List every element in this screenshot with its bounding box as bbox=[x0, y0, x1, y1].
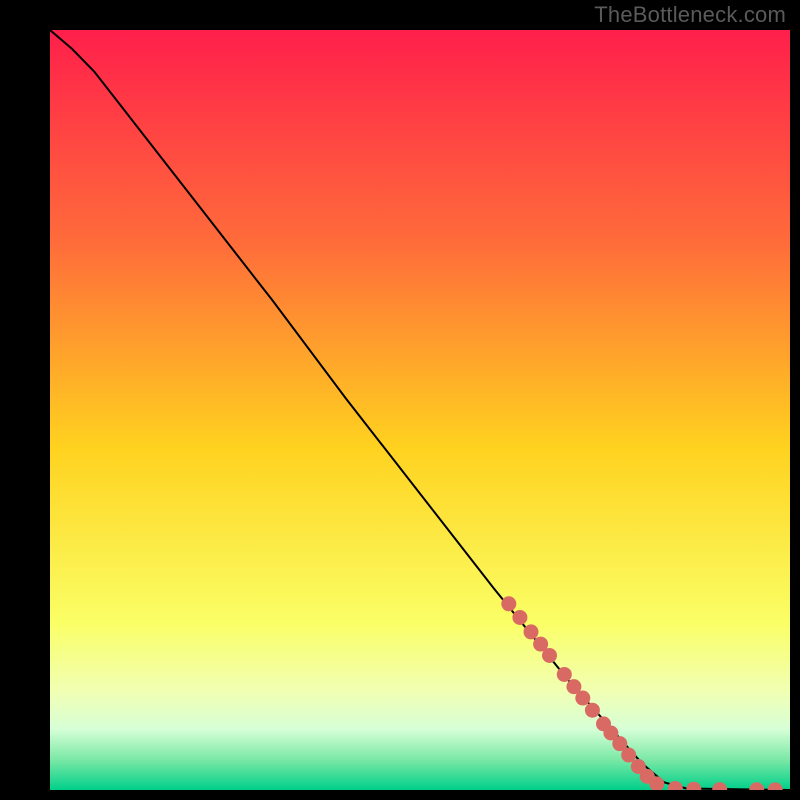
data-point bbox=[512, 610, 527, 625]
attribution-label: TheBottleneck.com bbox=[594, 2, 786, 28]
data-point bbox=[524, 624, 539, 639]
gradient-background bbox=[50, 30, 790, 790]
chart-frame: TheBottleneck.com bbox=[0, 0, 800, 800]
data-point bbox=[621, 748, 636, 763]
chart-svg bbox=[50, 30, 790, 790]
data-point bbox=[501, 596, 516, 611]
data-point bbox=[557, 667, 572, 682]
plot-area bbox=[50, 30, 790, 790]
data-point bbox=[585, 703, 600, 718]
data-point bbox=[542, 648, 557, 663]
data-point bbox=[575, 691, 590, 706]
